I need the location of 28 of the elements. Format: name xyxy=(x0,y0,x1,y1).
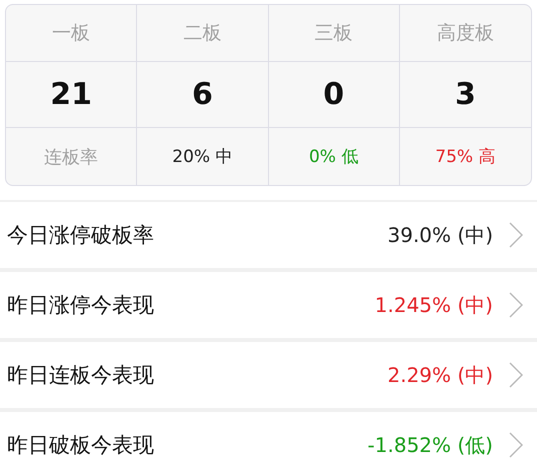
stat-row[interactable]: 昨日连板今表现 2.29% (中) xyxy=(0,342,537,408)
stat-row[interactable]: 昨日破板今表现 -1.852% (低) xyxy=(0,412,537,476)
stat-value: 1.245% (中) xyxy=(374,292,493,318)
row-label: 连板率 xyxy=(6,128,138,185)
column-header: 一板 xyxy=(6,5,138,62)
stat-label: 昨日破板今表现 xyxy=(7,432,155,459)
stat-label: 今日涨停破板率 xyxy=(7,222,155,249)
stat-value: 2.29% (中) xyxy=(388,362,493,388)
stat-value: 39.0% (中) xyxy=(388,222,493,248)
chevron-right-icon xyxy=(509,432,523,458)
column-header: 三板 xyxy=(268,5,400,62)
table-cell-text: 75% 高 xyxy=(434,146,496,169)
table-cell: 20% 中 xyxy=(137,128,268,185)
stat-row[interactable]: 今日涨停破板率 39.0% (中) xyxy=(0,202,537,268)
chevron-right-icon xyxy=(509,222,523,248)
table-cell: 3 xyxy=(400,62,531,128)
stat-row[interactable]: 昨日涨停今表现 1.245% (中) xyxy=(0,272,537,338)
column-header: 二板 xyxy=(137,5,268,62)
chevron-right-icon xyxy=(509,292,523,318)
stat-value: -1.852% (低) xyxy=(368,432,493,458)
table-cell: 0 xyxy=(268,62,400,128)
chevron-right-icon xyxy=(509,362,523,388)
table-cell: 21 xyxy=(6,62,138,128)
column-header: 高度板 xyxy=(400,5,531,62)
table-cell: 0% 低 xyxy=(268,128,400,185)
stat-label: 昨日连板今表现 xyxy=(7,362,155,389)
table-cell: 6 xyxy=(137,62,268,128)
stat-label: 昨日涨停今表现 xyxy=(7,292,155,319)
